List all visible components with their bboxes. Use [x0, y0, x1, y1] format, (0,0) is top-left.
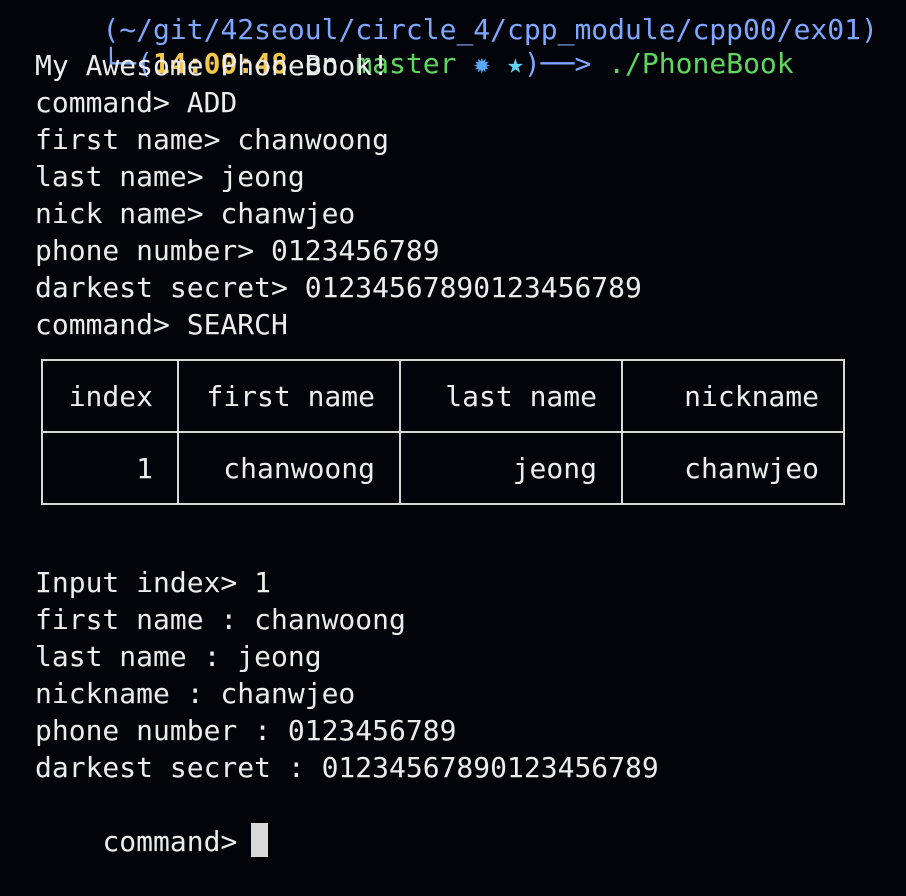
text-cursor[interactable]: [251, 823, 269, 857]
output-line: last name : jeong: [35, 640, 322, 673]
output-line: nick name> chanwjeo: [35, 197, 356, 230]
output-line: Input index> 1: [35, 566, 272, 599]
shell-prompt: └─(14:00:48 on master ✹ ★)──> ./PhoneBoo…: [35, 10, 793, 80]
column-header-index: index: [41, 359, 179, 433]
output-line: phone number : 0123456789: [35, 714, 457, 747]
executed-command: ./PhoneBook: [608, 47, 794, 80]
table-header-row: index first name last name nickname: [41, 359, 845, 433]
prompt-arrow: )──>: [523, 47, 592, 80]
output-line: My Awesome PhoneBook!: [35, 49, 390, 82]
output-line: darkest secret> 01234567890123456789: [35, 271, 642, 304]
input-prompt-line[interactable]: command>: [35, 787, 269, 858]
column-header-nickname: nickname: [621, 359, 845, 433]
table-cell: chanwoong: [177, 431, 401, 505]
table-cell: jeong: [399, 431, 623, 505]
column-header-last-name: last name: [399, 359, 623, 433]
phonebook-table: index first name last name nickname 1 ch…: [41, 359, 845, 505]
output-line: command> ADD: [35, 86, 238, 119]
output-line: command> SEARCH: [35, 308, 288, 341]
output-line: first name : chanwoong: [35, 603, 406, 636]
output-line: phone number> 0123456789: [35, 234, 440, 267]
output-line: first name> chanwoong: [35, 123, 390, 156]
output-line: nickname : chanwjeo: [35, 677, 356, 710]
table-cell: chanwjeo: [621, 431, 845, 505]
table-row: 1 chanwoong jeong chanwjeo: [41, 431, 845, 505]
git-star-icon: ★: [507, 47, 524, 80]
output-line: darkest secret : 01234567890123456789: [35, 751, 659, 784]
table-cell: 1: [41, 431, 179, 505]
column-header-first-name: first name: [177, 359, 401, 433]
git-dirty-icon: ✹: [473, 47, 491, 80]
output-line: last name> jeong: [35, 160, 305, 193]
command-prompt: command>: [102, 825, 238, 858]
